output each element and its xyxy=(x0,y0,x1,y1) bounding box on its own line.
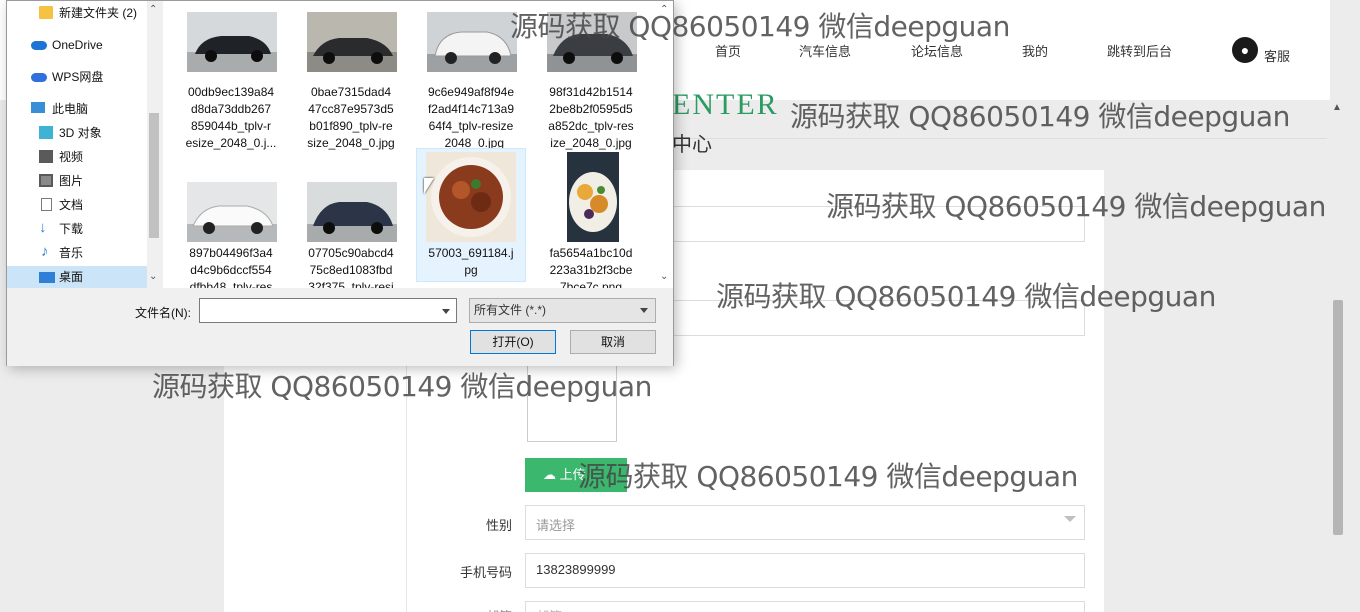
nav-item-pictures[interactable]: 图片 xyxy=(7,170,147,192)
nav-item-music[interactable]: ♪ 音乐 xyxy=(7,242,147,264)
file-item[interactable]: 897b04496f3a4 d4c9b6dccf554 dfbb48_tplv-re… xyxy=(177,179,285,288)
phone-value: 13823899999 xyxy=(536,562,616,577)
chevron-down-icon[interactable] xyxy=(442,309,450,314)
file-item-selected[interactable]: 57003_691184.j pg xyxy=(416,148,526,282)
scrollbar-thumb[interactable] xyxy=(149,113,159,238)
desktop-icon xyxy=(39,272,55,283)
email-label: 邮箱 xyxy=(412,606,512,612)
nav-item-3d[interactable]: 3D 对象 xyxy=(7,122,147,144)
file-item[interactable]: 0bae7315dad4 47cc87e9573d5 b01f890_tplv-re… xyxy=(297,9,405,150)
watermark-text: 源码获取 QQ86050149 微信deepguan xyxy=(790,100,1290,133)
nav-item-label: 文档 xyxy=(59,198,84,212)
customer-service-link[interactable]: 客服 xyxy=(1264,46,1290,65)
nav-item-label: 视频 xyxy=(59,150,84,164)
chevron-down-icon xyxy=(1064,516,1076,522)
filename-label: 文件名(N): xyxy=(135,306,191,320)
car-thumbnail xyxy=(307,12,397,72)
download-icon: ↓ xyxy=(39,219,47,236)
watermark-text: 源码获取 QQ86050149 微信deepguan xyxy=(578,460,1078,493)
file-name: 0bae7315dad4 47cc87e9573d5 b01f890_tplv-re… xyxy=(307,85,395,150)
nav-item-label: 桌面 xyxy=(59,270,84,284)
cloud-icon xyxy=(31,73,47,82)
nav-item-label: 下载 xyxy=(59,222,84,236)
gender-select[interactable] xyxy=(525,505,1085,540)
site-logo-text: ENTER xyxy=(672,88,779,121)
file-name: 07705c90abcd4 75c8ed1083fbd 32f375_tplv-re… xyxy=(308,246,394,288)
gender-label: 性别 xyxy=(485,518,512,533)
nav-item-this-pc[interactable]: 此电脑 xyxy=(7,98,147,120)
file-item[interactable]: 9c6e949af8f94e f2ad4f14c713a9 64f4_tplv-re… xyxy=(417,9,525,150)
cancel-button[interactable]: 取消 xyxy=(570,330,656,354)
nav-item-onedrive[interactable]: OneDrive xyxy=(7,34,147,56)
email-input[interactable] xyxy=(525,601,1085,612)
nav-item-label: 图片 xyxy=(59,174,84,188)
nav-admin[interactable]: 跳转到后台 xyxy=(1107,41,1172,60)
page-title: 中心 xyxy=(672,134,712,156)
watermark-text: 源码获取 QQ86050149 微信deepguan xyxy=(152,370,652,403)
car-thumbnail xyxy=(427,12,517,72)
nav-item-new-folder[interactable]: 新建文件夹 (2) xyxy=(7,2,147,24)
picture-icon xyxy=(39,174,53,187)
scroll-down-arrow-icon[interactable]: ⌄ xyxy=(660,271,668,282)
file-name: 00db9ec139a84 d8da73ddb267 859044b_tplv-r e… xyxy=(185,85,277,150)
wechat-icon[interactable]: ● xyxy=(1232,37,1258,63)
scroll-down-arrow-icon[interactable]: ⌄ xyxy=(149,271,157,282)
nav-item-label: 新建文件夹 (2) xyxy=(59,6,138,20)
page-scrollbar[interactable] xyxy=(1333,300,1343,535)
dialog-bottom-bar: 文件名(N): 所有文件 (*.*) 打开(O) 取消 xyxy=(7,288,673,366)
car-thumbnail xyxy=(187,12,277,72)
file-item[interactable]: 07705c90abcd4 75c8ed1083fbd 32f375_tplv-re… xyxy=(297,179,405,288)
phone-label: 手机号码 xyxy=(459,565,512,580)
file-name: 897b04496f3a4 d4c9b6dccf554 dfbb48_tplv-re… xyxy=(189,246,273,288)
nav-item-wps[interactable]: WPS网盘 xyxy=(7,66,147,88)
chevron-down-icon xyxy=(640,308,648,313)
cube-icon xyxy=(39,126,53,139)
filetype-select[interactable]: 所有文件 (*.*) xyxy=(469,298,656,323)
folder-icon xyxy=(39,6,53,19)
file-name: fa5654a1bc10d 223a31b2f3cbe 7bce7c.png xyxy=(549,246,633,288)
nav-item-label: OneDrive xyxy=(52,38,103,52)
car-thumbnail xyxy=(307,182,397,242)
gender-placeholder: 请选择 xyxy=(536,518,576,533)
nav-item-documents[interactable]: 文档 xyxy=(7,194,147,216)
watermark-text: 源码获取 QQ86050149 微信deepguan xyxy=(716,280,1216,313)
open-button[interactable]: 打开(O) xyxy=(470,330,556,354)
computer-icon xyxy=(31,102,45,113)
file-item[interactable]: 00db9ec139a84 d8da73ddb267 859044b_tplv-r e… xyxy=(177,9,285,150)
filename-input[interactable] xyxy=(199,298,457,323)
watermark-text: 源码获取 QQ86050149 微信deepguan xyxy=(826,190,1326,223)
file-name: 9c6e949af8f94e f2ad4f14c713a9 64f4_tplv-re… xyxy=(427,85,515,150)
nav-mine[interactable]: 我的 xyxy=(1022,41,1048,60)
cloud-upload-icon: ☁ xyxy=(543,467,556,482)
nav-item-label: 此电脑 xyxy=(52,102,89,116)
nav-item-desktop[interactable]: 桌面 xyxy=(7,266,147,288)
nav-item-label: WPS网盘 xyxy=(52,70,104,84)
car-thumbnail xyxy=(187,182,277,242)
file-name: 57003_691184.j pg xyxy=(428,246,514,277)
nav-item-label: 音乐 xyxy=(59,246,84,260)
document-icon xyxy=(41,198,52,211)
file-name: 98f31d42b1514 2be8b2f0595d5 a852dc_tplv-re… xyxy=(548,85,634,150)
file-open-dialog: 新建文件夹 (2) OneDrive WPS网盘 此电脑 3D 对象 视频 图片 xyxy=(6,0,674,366)
watermark-text: 源码获取 QQ86050149 微信deepguan xyxy=(510,10,1010,43)
nav-item-label: 3D 对象 xyxy=(59,126,102,140)
nav-pane: 新建文件夹 (2) OneDrive WPS网盘 此电脑 3D 对象 视频 图片 xyxy=(7,1,161,288)
heading-divider xyxy=(672,138,1327,139)
mouse-cursor-icon xyxy=(424,178,434,194)
email-placeholder: 邮箱 xyxy=(536,606,562,612)
nav-item-downloads[interactable]: ↓ 下载 xyxy=(7,218,147,240)
nav-item-video[interactable]: 视频 xyxy=(7,146,147,168)
video-icon xyxy=(39,150,53,163)
cloud-icon xyxy=(31,41,47,50)
scroll-up-arrow-icon[interactable]: ⌃ xyxy=(149,4,157,15)
music-icon: ♪ xyxy=(41,243,49,260)
scroll-up-arrow-icon[interactable]: ▲ xyxy=(1332,102,1342,113)
file-item[interactable]: fa5654a1bc10d 223a31b2f3cbe 7bce7c.png xyxy=(537,149,645,288)
food-thumbnail xyxy=(426,152,516,242)
filetype-value: 所有文件 (*.*) xyxy=(474,303,547,317)
food-thumbnail xyxy=(567,152,619,242)
nav-pane-scrollbar[interactable]: ⌃ ⌄ xyxy=(147,1,161,288)
